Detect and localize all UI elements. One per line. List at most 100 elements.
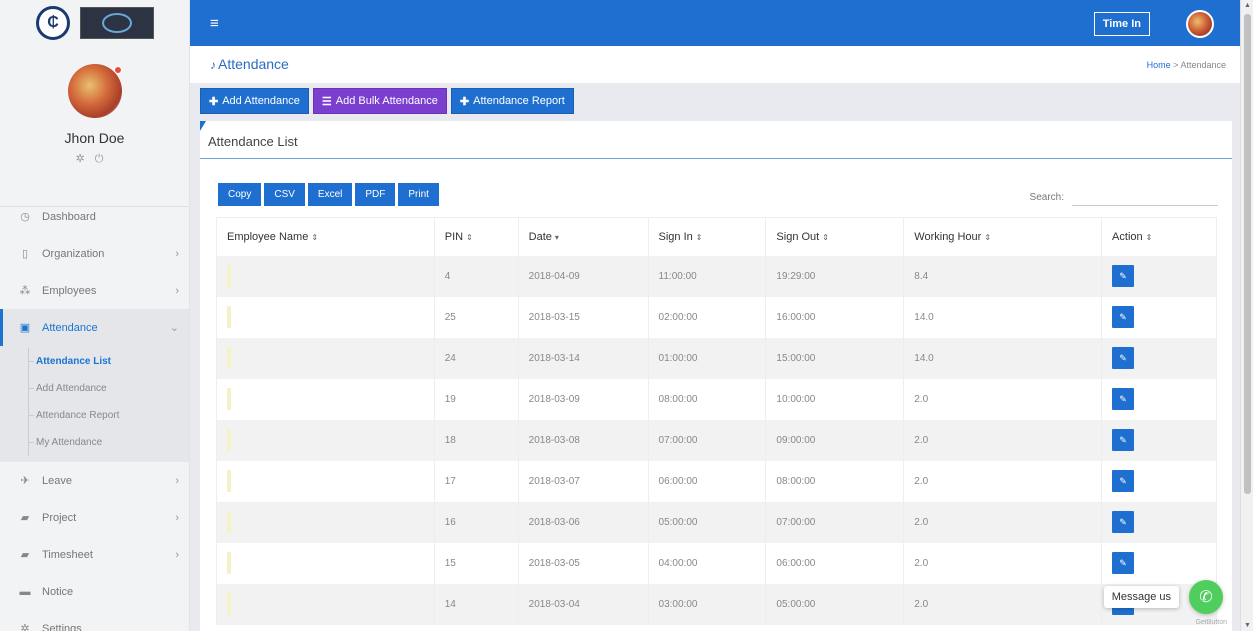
cell-text: 16 <box>444 516 456 528</box>
cell-pin: 25 <box>434 296 519 338</box>
gear-icon[interactable]: ✲ <box>76 153 95 165</box>
pdf-button[interactable]: PDF <box>355 183 396 206</box>
copy-button[interactable]: Copy <box>218 183 262 206</box>
sidebar-item-employees[interactable]: ⁂ Employees › <box>0 272 189 309</box>
cell-text: 07:00:00 <box>776 516 816 528</box>
company-logo-icon[interactable]: ₵ <box>36 6 70 40</box>
scroll-thumb[interactable] <box>1244 14 1251 494</box>
cell-text: 4 <box>444 270 451 282</box>
column-header-label: Date <box>528 230 552 243</box>
edit-icon[interactable]: ✎ <box>1112 511 1135 533</box>
csv-button[interactable]: CSV <box>264 183 305 206</box>
sort-desc-icon: ▾ <box>554 232 559 242</box>
cell-sign-in: 11:00:00 <box>648 255 767 297</box>
add-bulk-attendance-button[interactable]: ☰ Add Bulk Attendance <box>312 88 447 114</box>
employee-name-placeholder <box>227 429 231 451</box>
column-header-working-hour[interactable]: Working Hour ⇕ <box>903 217 1103 256</box>
cell-sign-out: 07:00:00 <box>765 501 905 543</box>
column-header-date[interactable]: Date ▾ <box>518 217 649 256</box>
sidebar-item-dashboard[interactable]: ◷ Dashboard <box>0 198 189 235</box>
magic-wand-icon: ♪ <box>210 58 216 72</box>
add-attendance-button[interactable]: ✚ Add Attendance <box>200 88 309 114</box>
scroll-down-icon[interactable]: ▼ <box>1244 622 1251 629</box>
column-header-sign-in[interactable]: Sign In ⇕ <box>648 217 767 256</box>
sidebar-item-notice[interactable]: ▬ Notice <box>0 573 189 610</box>
search-input[interactable] <box>1072 188 1218 206</box>
print-button[interactable]: Print <box>398 183 439 206</box>
sort-icon: ⇕ <box>1145 232 1153 242</box>
user-avatar[interactable] <box>1186 10 1214 38</box>
scroll-up-icon[interactable]: ▲ <box>1244 2 1251 9</box>
edit-icon[interactable]: ✎ <box>1112 388 1135 410</box>
sidebar-subitem-add-attendance[interactable]: Add Attendance <box>0 375 189 402</box>
cell-sign-out: 05:00:00 <box>765 583 905 625</box>
cell-text: 2018-03-08 <box>528 434 580 446</box>
briefcase-icon: ▰ <box>20 512 30 524</box>
edit-icon[interactable]: ✎ <box>1112 470 1135 492</box>
export-buttons: Copy CSV Excel PDF Print <box>218 183 439 206</box>
column-header-employee-name[interactable]: Employee Name ⇕ <box>216 217 435 256</box>
sidebar-item-attendance[interactable]: ▣ Attendance ⌄ <box>0 309 189 346</box>
cell-text: 10:00:00 <box>776 393 816 405</box>
sort-icon: ⇕ <box>466 232 473 242</box>
edit-icon[interactable]: ✎ <box>1112 347 1135 369</box>
sidebar-item-project[interactable]: ▰ Project › <box>0 499 189 536</box>
column-header-label: Employee Name <box>227 230 309 243</box>
cell-pin: 15 <box>434 542 519 584</box>
cell-text: 19 <box>444 393 456 405</box>
search-box: Search: <box>1030 188 1218 206</box>
breadcrumb-home-link[interactable]: Home <box>1147 60 1171 70</box>
sidebar-item-label: Attendance <box>42 321 98 334</box>
power-icon[interactable]: ⏻ <box>95 153 114 165</box>
table-row: 24 2018-03-14 01:00:00 15:00:00 14.0 ✎ <box>216 337 1217 379</box>
time-in-button[interactable]: Time In <box>1093 12 1150 36</box>
cell-text: 18 <box>444 434 456 446</box>
sidebar-subitem-attendance-report[interactable]: Attendance Report <box>0 402 189 429</box>
cell-action: ✎ <box>1101 542 1217 584</box>
sidebar-item-organization[interactable]: ▯ Organization › <box>0 235 189 272</box>
sidebar-item-label: Project <box>42 511 77 524</box>
cell-sign-out: 16:00:00 <box>765 296 905 338</box>
attendance-report-button[interactable]: ✚ Attendance Report <box>450 88 574 114</box>
column-header-sign-out[interactable]: Sign Out ⇕ <box>765 217 905 256</box>
sidebar-item-label: Timesheet <box>42 548 93 561</box>
avatar[interactable] <box>67 64 122 118</box>
card-title: Attendance List <box>200 121 1232 159</box>
edit-icon[interactable]: ✎ <box>1112 552 1135 574</box>
cell-sign-out: 10:00:00 <box>765 378 905 420</box>
edit-icon[interactable]: ✎ <box>1112 306 1135 328</box>
whatsapp-icon[interactable]: ✆ <box>1189 580 1223 614</box>
sidebar-item-settings[interactable]: ✲ Settings <box>0 610 189 631</box>
cell-working-hour: 2.0 <box>903 378 1103 420</box>
users-icon: ⁂ <box>19 285 31 297</box>
cell-sign-in: 03:00:00 <box>648 583 767 625</box>
cell-sign-in: 04:00:00 <box>648 542 767 584</box>
edit-icon[interactable]: ✎ <box>1112 265 1135 287</box>
cell-working-hour: 2.0 <box>903 460 1103 502</box>
edit-icon[interactable]: ✎ <box>1112 429 1135 451</box>
cell-text: 05:00:00 <box>658 516 698 528</box>
sidebar-subitem-my-attendance[interactable]: My Attendance <box>0 429 189 456</box>
sidebar-item-leave[interactable]: ✈ Leave › <box>0 462 189 499</box>
sidebar-item-label: Dashboard <box>42 210 96 223</box>
profile-actions: ✲⏻ <box>0 152 189 166</box>
list-icon: ☰ <box>321 95 332 108</box>
page-scrollbar[interactable]: ▲ ▼ <box>1240 0 1253 631</box>
cell-pin: 17 <box>434 460 519 502</box>
column-header-action[interactable]: Action ⇕ <box>1101 217 1217 256</box>
cell-date: 2018-03-06 <box>518 501 649 543</box>
message-us-label[interactable]: Message us <box>1103 586 1179 608</box>
cell-text: 2018-03-05 <box>528 557 580 569</box>
page-header: ♪ Attendance Home > Attendance <box>190 46 1240 84</box>
excel-button[interactable]: Excel <box>307 183 353 206</box>
chevron-right-icon: › <box>175 474 179 487</box>
sort-icon: ⇕ <box>311 232 319 242</box>
sidebar-subitem-attendance-list[interactable]: Attendance List <box>0 348 189 375</box>
column-header-pin[interactable]: PIN ⇕ <box>434 217 519 256</box>
hamburger-menu-icon[interactable]: ≡ <box>210 15 219 32</box>
cell-working-hour: 14.0 <box>903 337 1103 379</box>
cell-date: 2018-03-05 <box>518 542 649 584</box>
cell-date: 2018-04-09 <box>518 255 649 297</box>
sidebar-item-timesheet[interactable]: ▰ Timesheet › <box>0 536 189 573</box>
table-row: 4 2018-04-09 11:00:00 19:29:00 8.4 ✎ <box>216 255 1217 297</box>
